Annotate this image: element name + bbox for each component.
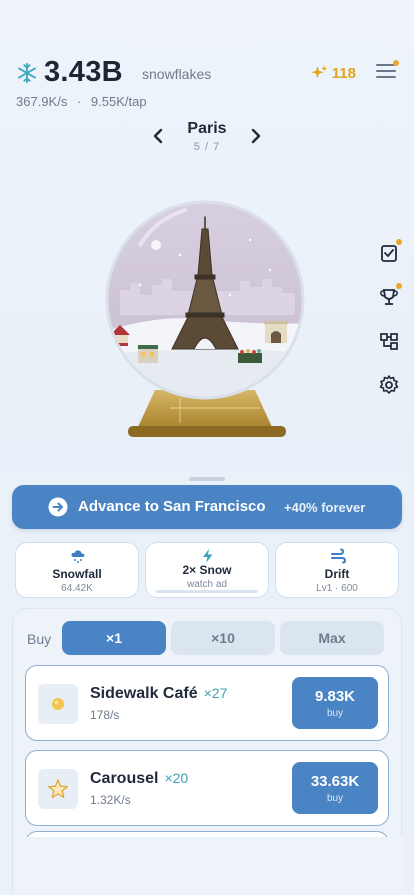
item-title: Carousel: [90, 770, 159, 787]
store-item-carousel[interactable]: Carousel ×20 1.32K/s 33.63K buy: [25, 750, 389, 826]
settings-button[interactable]: [374, 370, 404, 400]
item-price: 33.63K: [310, 773, 360, 790]
buy-carousel-button[interactable]: 33.63K buy: [292, 762, 378, 814]
next-city-button[interactable]: [246, 126, 266, 146]
menu-line: [376, 76, 396, 78]
sparkle-count: 118: [331, 64, 356, 82]
boost-drift-button[interactable]: Drift Lv1 · 600: [275, 542, 399, 598]
boost-double-snow-button[interactable]: 2× Snow watch ad: [145, 542, 269, 598]
multiplier-max-button[interactable]: Max: [280, 621, 384, 655]
arrow-right-circle-icon: [48, 497, 68, 517]
coffee-icon: [52, 698, 64, 710]
item-title: Sidewalk Café: [90, 685, 198, 702]
boost-title: Drift: [324, 567, 350, 581]
ad-progress-track: [156, 590, 258, 593]
item-count: ×27: [203, 685, 228, 701]
gear-icon: [379, 375, 399, 394]
notification-dot: [393, 60, 399, 66]
upgrades-tree-button[interactable]: [374, 326, 404, 356]
production-rates: 367.9K/s · 9.55K/tap: [16, 94, 147, 109]
store-fade: [13, 837, 403, 895]
item-rate: 178/s: [90, 708, 120, 722]
sparkle-counter[interactable]: 118: [310, 64, 356, 82]
item-thumbnail: [38, 684, 78, 724]
store-panel: Buy ×1 ×10 Max Sidewalk Café ×27 178/s 9.…: [12, 608, 403, 895]
cloud-snow-icon: [71, 550, 85, 563]
lightning-icon: [203, 549, 213, 563]
per-tap-rate: 9.55K/tap: [90, 94, 147, 109]
triumph-arch: [264, 321, 288, 343]
item-rate: 1.32K/s: [90, 793, 131, 807]
buy-label: buy: [326, 708, 344, 719]
per-second-rate: 367.9K/s: [16, 94, 68, 109]
item-count: ×20: [164, 770, 189, 786]
item-thumbnail: [38, 769, 78, 809]
wind-icon: [331, 548, 346, 564]
boost-title: 2× Snow: [182, 563, 232, 577]
previous-city-button[interactable]: [148, 126, 168, 146]
snowflake-count: 3.43B: [44, 56, 123, 88]
notification-dot: [396, 239, 402, 245]
sparkle-icon: [311, 65, 328, 79]
multiplier-x1-button[interactable]: ×1: [62, 621, 166, 655]
item-name: Sidewalk Café ×27: [90, 685, 227, 703]
menu-button[interactable]: [376, 60, 399, 80]
bottom-panel: Advance to San Francisco +40% forever Sn…: [0, 470, 414, 895]
achievements-button[interactable]: [374, 282, 404, 312]
boost-subtitle: watch ad: [186, 579, 228, 590]
star-icon: [48, 779, 68, 799]
boost-subtitle: Lv1 · 600: [316, 583, 358, 594]
multiplier-x10-button[interactable]: ×10: [171, 621, 275, 655]
advance-bonus: +40% forever: [284, 500, 366, 515]
advance-label: Advance to San Francisco: [78, 498, 266, 515]
city-navigator: Paris 5 / 7: [0, 118, 414, 158]
store-item-sidewalk-cafe[interactable]: Sidewalk Café ×27 178/s 9.83K buy: [25, 665, 389, 741]
cafe-building: [138, 345, 158, 363]
menu-line: [376, 70, 396, 72]
boost-snowfall-button[interactable]: Snowfall 64.42K: [15, 542, 139, 598]
boost-title: Snowfall: [52, 567, 102, 581]
header: 3.43B snowflakes 367.9K/s · 9.55K/tap 11…: [16, 56, 399, 118]
moon-icon: [151, 240, 161, 250]
buy-label: Buy: [27, 631, 52, 647]
buy-sidewalk-cafe-button[interactable]: 9.83K buy: [292, 677, 378, 729]
advance-city-button[interactable]: Advance to San Francisco +40% forever: [12, 485, 402, 529]
boost-subtitle: 64.42K: [61, 583, 93, 594]
city-page-indicator: 5 / 7: [193, 141, 221, 153]
rate-separator: ·: [76, 94, 82, 109]
item-price: 9.83K: [314, 688, 356, 705]
city-name: Paris: [187, 120, 227, 137]
snow-globe[interactable]: [100, 195, 320, 445]
tasks-button[interactable]: [374, 238, 404, 268]
snowflake-unit: snowflakes: [142, 66, 212, 82]
hierarchy-icon: [380, 333, 398, 350]
notification-dot: [396, 283, 402, 289]
item-name: Carousel ×20: [90, 770, 188, 788]
globe-base-rim: [128, 426, 286, 437]
drag-handle[interactable]: [189, 477, 225, 481]
buy-label: buy: [326, 793, 344, 804]
snowflake-icon: [18, 62, 36, 84]
